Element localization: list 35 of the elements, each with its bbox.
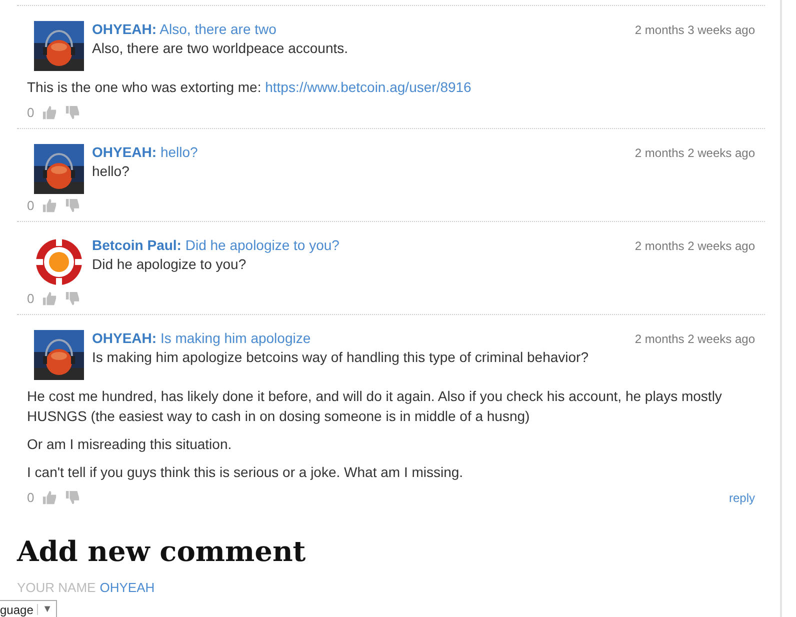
- user-name: OHYEAH: [100, 580, 155, 595]
- vote-count: 0: [27, 490, 34, 505]
- vote-count: 0: [27, 291, 34, 306]
- thumbs-up-icon[interactable]: [42, 291, 58, 306]
- comment-title[interactable]: Betcoin Paul: Did he apologize to you?: [92, 237, 340, 253]
- comment-date: 2 months 2 weeks ago: [634, 146, 755, 160]
- comment-text: Did he apologize to you?: [92, 256, 248, 272]
- comment-title[interactable]: OHYEAH: Is making him apologize: [92, 330, 311, 346]
- vote-count: 0: [27, 198, 34, 213]
- thumbs-down-icon[interactable]: [65, 291, 80, 306]
- section-heading: Add new comment: [17, 535, 307, 568]
- profile-link[interactable]: https://www.betcoin.ag/user/8916: [265, 79, 472, 95]
- comment-title[interactable]: OHYEAH: hello?: [92, 144, 198, 160]
- thumbs-down-icon[interactable]: [65, 490, 80, 505]
- comment-title[interactable]: OHYEAH: Also, there are two: [92, 21, 276, 37]
- comment-date: 2 months 3 weeks ago: [634, 23, 755, 37]
- comment-text: He cost me hundred, has likely done it before, and will do it again. Also if you check his account, he plays mostly HUSNGS (the easiest way to cash in on dosing someone is in middle of a husng): [27, 387, 723, 426]
- comment-date: 2 months 2 weeks ago: [634, 332, 755, 346]
- chip-icon: [34, 237, 84, 287]
- comment-text: Is making him apologize betcoins way of handling this type of criminal behavior?: [92, 349, 590, 365]
- comment-text: I can't tell if you guys think this is serious or a joke. What am I missing.: [27, 463, 464, 482]
- comment-text: Also, there are two worldpeace accounts.: [92, 40, 350, 56]
- comment-text: Or am I misreading this situation.: [27, 435, 233, 454]
- comment-text: This is the one who was extorting me: https://www.betcoin.ag/user/8916: [27, 78, 472, 97]
- thumbs-down-icon[interactable]: [65, 105, 80, 120]
- thumbs-down-icon[interactable]: [65, 198, 80, 213]
- reply-link[interactable]: reply: [728, 490, 755, 504]
- thumbs-up-icon[interactable]: [42, 490, 58, 505]
- field-label: YOUR NAME: [17, 580, 96, 595]
- thumbs-up-icon[interactable]: [42, 105, 58, 120]
- language-dropdown[interactable]: guage ▼: [0, 600, 58, 617]
- comment-date: 2 months 2 weeks ago: [634, 239, 755, 253]
- thumbs-up-icon[interactable]: [42, 198, 58, 213]
- comment-text: hello?: [92, 163, 130, 179]
- vote-count: 0: [27, 105, 34, 120]
